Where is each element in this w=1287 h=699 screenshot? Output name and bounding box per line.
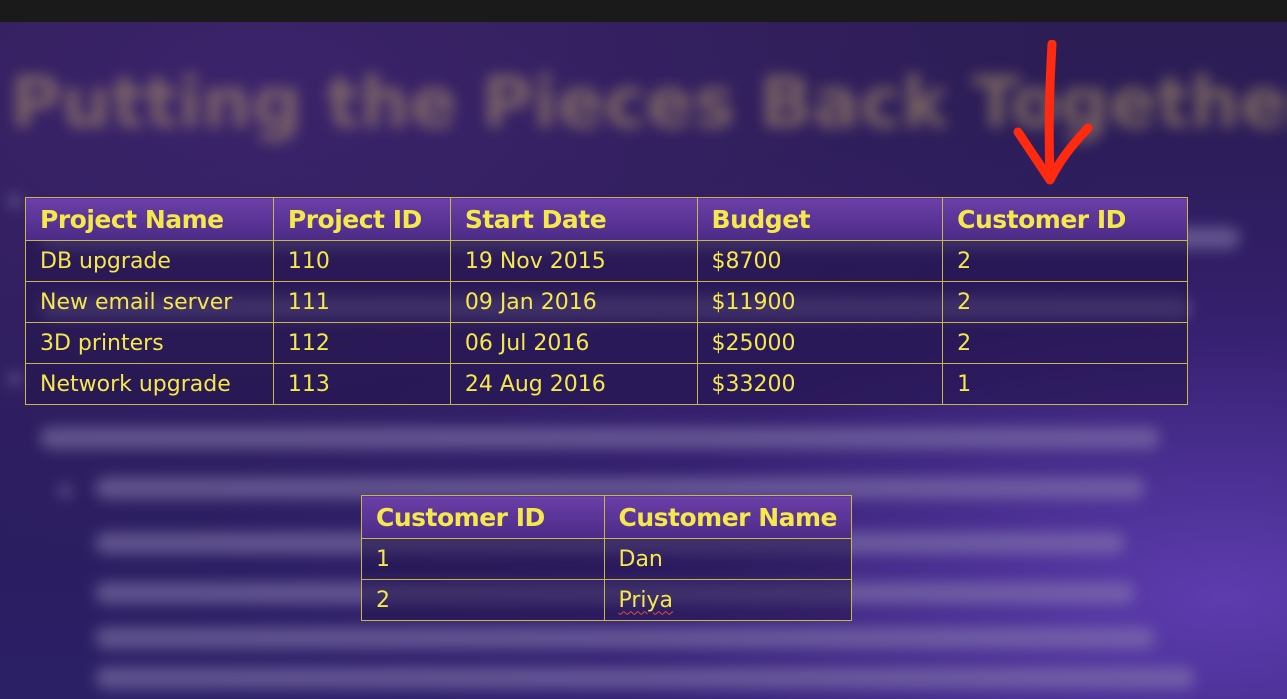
cell-start-date: 19 Nov 2015 [449, 240, 698, 282]
header-customer-id: Customer ID [361, 495, 605, 539]
cell-project-id: 111 [272, 281, 451, 323]
cell-budget: $8700 [696, 240, 944, 282]
presentation-slide: Putting the Pieces Back Together Project… [0, 22, 1287, 699]
customers-table: Customer ID Customer Name 1 Dan 2 Priya [361, 495, 852, 621]
cell-customer-id: 2 [361, 579, 605, 621]
cell-budget: $25000 [696, 322, 944, 364]
table-row: 3D printers 112 06 Jul 2016 $25000 2 [25, 322, 1188, 364]
cell-project-id: 112 [272, 322, 451, 364]
cell-start-date: 06 Jul 2016 [449, 322, 698, 364]
header-customer-id: Customer ID [942, 197, 1188, 241]
bullet-dot [8, 194, 22, 208]
blurred-text-line [95, 627, 1155, 649]
cell-start-date: 09 Jan 2016 [449, 281, 698, 323]
blurred-text-line [95, 667, 1195, 689]
cell-project-name: Network upgrade [25, 363, 274, 405]
bullet-dot [58, 484, 72, 498]
table-row: Network upgrade 113 24 Aug 2016 $33200 1 [25, 363, 1188, 405]
blurred-text-line [40, 427, 1160, 449]
bullet-dot [8, 372, 22, 386]
cell-customer-id: 2 [942, 322, 1188, 364]
cell-budget: $33200 [696, 363, 944, 405]
cell-project-name: New email server [25, 281, 274, 323]
table-header-row: Project Name Project ID Start Date Budge… [25, 197, 1188, 241]
cell-project-id: 113 [272, 363, 451, 405]
cell-customer-id: 1 [942, 363, 1188, 405]
cell-budget: $11900 [696, 281, 944, 323]
projects-table: Project Name Project ID Start Date Budge… [25, 197, 1188, 405]
down-arrow-icon [1013, 40, 1093, 185]
video-top-bar [0, 0, 1287, 22]
spellcheck-underlined-text: Priya [618, 587, 674, 613]
table-row: 1 Dan [361, 538, 852, 580]
header-start-date: Start Date [449, 197, 698, 241]
cell-project-id: 110 [272, 240, 451, 282]
cell-customer-name: Priya [603, 579, 852, 621]
cell-start-date: 24 Aug 2016 [449, 363, 698, 405]
header-project-name: Project Name [25, 197, 274, 241]
table-row: New email server 111 09 Jan 2016 $11900 … [25, 281, 1188, 323]
header-budget: Budget [696, 197, 944, 241]
table-header-row: Customer ID Customer Name [361, 495, 852, 539]
cell-project-name: 3D printers [25, 322, 274, 364]
cell-customer-id: 1 [361, 538, 605, 580]
table-row: DB upgrade 110 19 Nov 2015 $8700 2 [25, 240, 1188, 282]
cell-customer-id: 2 [942, 240, 1188, 282]
cell-customer-name: Dan [603, 538, 852, 580]
header-project-id: Project ID [272, 197, 451, 241]
table-row: 2 Priya [361, 579, 852, 621]
cell-project-name: DB upgrade [25, 240, 274, 282]
header-customer-name: Customer Name [603, 495, 852, 539]
cell-customer-id: 2 [942, 281, 1188, 323]
